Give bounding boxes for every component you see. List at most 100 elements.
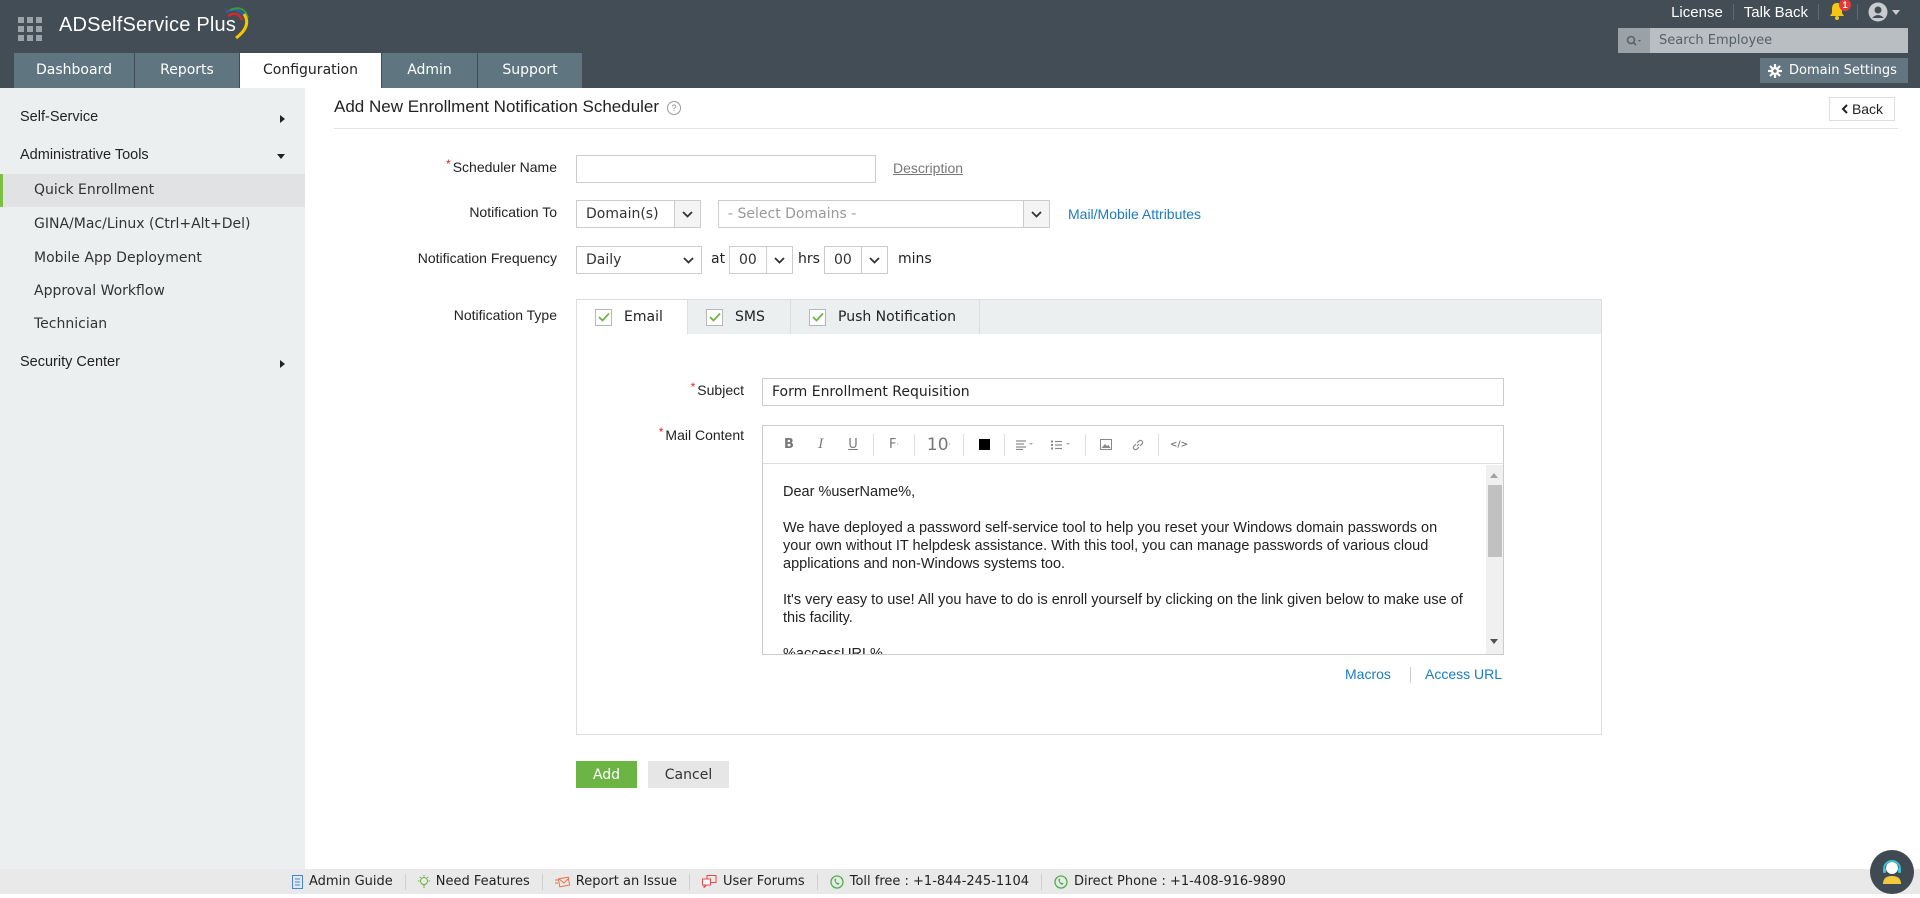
editor-scrollbar[interactable]: [1486, 465, 1503, 654]
notification-type-tabs: Email SMS Push Notification: [577, 300, 1601, 334]
product-logo[interactable]: ADSelfService Plus: [59, 14, 236, 37]
notification-to-label: Notification To: [469, 204, 557, 220]
tab-dashboard[interactable]: Dashboard: [14, 53, 135, 88]
link-icon: [1132, 439, 1144, 450]
description-link[interactable]: Description: [893, 160, 963, 176]
mail-mobile-attributes-link[interactable]: Mail/Mobile Attributes: [1068, 206, 1201, 222]
select-value: 00: [739, 252, 757, 268]
envelope-icon: [554, 876, 570, 887]
sidebar-item-technician[interactable]: Technician: [0, 308, 305, 341]
text-color-button[interactable]: [968, 433, 1000, 457]
mail-content-body[interactable]: Dear %userName%, We have deployed a pass…: [763, 465, 1486, 654]
sidebar-item-approval-workflow[interactable]: Approval Workflow: [0, 275, 305, 308]
sidebar-item-quick-enrollment[interactable]: Quick Enrollment: [0, 174, 305, 207]
admin-guide-link[interactable]: Admin Guide: [292, 874, 393, 889]
caret-right-icon: [280, 115, 285, 123]
at-label: at: [711, 251, 726, 267]
scroll-thumb[interactable]: [1488, 485, 1502, 557]
domain-settings-button[interactable]: Domain Settings: [1760, 58, 1908, 83]
frequency-select[interactable]: Daily: [576, 246, 702, 274]
section-label: Security Center: [20, 354, 120, 370]
scroll-up-icon[interactable]: [1490, 473, 1498, 478]
scheduler-name-label: * Scheduler Name: [446, 157, 557, 175]
select-domains-dropdown[interactable]: - Select Domains -: [718, 200, 1050, 228]
footer-links: Admin Guide Need Features Report an Issu…: [292, 869, 1286, 894]
divider: [1818, 4, 1819, 20]
back-button[interactable]: Back: [1829, 97, 1895, 121]
sidebar-item-gina-mac-linux[interactable]: GINA/Mac/Linux (Ctrl+Alt+Del): [0, 208, 305, 241]
font-family-button[interactable]: F ·: [878, 433, 910, 457]
align-button[interactable]: [1009, 433, 1041, 457]
toll-free-phone: Toll free : +1-844-245-1104: [830, 874, 1029, 889]
list-button[interactable]: [1041, 433, 1081, 457]
domain-settings-label: Domain Settings: [1789, 63, 1897, 78]
sidebar-section-security-center[interactable]: Security Center: [20, 354, 285, 370]
title-divider: [334, 128, 1898, 129]
add-button[interactable]: Add: [576, 761, 637, 788]
sidebar-section-administrative-tools[interactable]: Administrative Tools: [20, 147, 285, 163]
macros-link[interactable]: Macros: [1345, 666, 1391, 682]
underline-button[interactable]: U: [837, 433, 869, 457]
search-icon[interactable]: [1618, 28, 1650, 53]
employee-search: [1618, 28, 1908, 53]
report-issue-link[interactable]: Report an Issue: [554, 874, 677, 889]
app-grid-icon[interactable]: [18, 17, 42, 41]
select-value: 00: [834, 252, 852, 268]
sms-checkbox[interactable]: [706, 308, 723, 326]
chevron-down-icon: [1023, 201, 1049, 227]
access-url-link[interactable]: Access URL: [1425, 666, 1502, 682]
user-avatar-icon: [1868, 2, 1888, 22]
bullet-list-icon: [1051, 440, 1070, 449]
hours-select[interactable]: 00: [729, 246, 793, 274]
push-notification-checkbox[interactable]: [809, 308, 826, 326]
source-code-button[interactable]: </>: [1163, 433, 1195, 457]
insert-image-button[interactable]: [1090, 433, 1122, 457]
user-forums-link[interactable]: User Forums: [701, 874, 805, 889]
tab-admin[interactable]: Admin: [382, 53, 478, 88]
search-employee-input[interactable]: [1650, 28, 1908, 53]
notification-type-label: Notification Type: [453, 307, 557, 323]
phone-icon: [830, 874, 844, 889]
support-chat-button[interactable]: [1870, 850, 1914, 894]
bold-button[interactable]: B: [773, 433, 805, 457]
italic-button[interactable]: I: [805, 433, 837, 457]
footer: Admin Guide Need Features Report an Issu…: [0, 869, 1920, 894]
tab-reports[interactable]: Reports: [135, 53, 240, 88]
font-size-value: 10: [926, 434, 949, 455]
sidebar-section-self-service[interactable]: Self-Service: [20, 109, 285, 125]
tab-email[interactable]: Email: [577, 300, 688, 334]
need-features-link[interactable]: Need Features: [417, 874, 530, 889]
tab-sms[interactable]: SMS: [688, 300, 791, 334]
subject-input[interactable]: [762, 378, 1504, 406]
forum-icon: [701, 875, 717, 888]
insert-link-button[interactable]: [1122, 433, 1154, 457]
tab-configuration[interactable]: Configuration: [240, 53, 382, 88]
select-value: Domain(s): [586, 206, 659, 222]
sidebar: Self-Service Administrative Tools Quick …: [0, 88, 305, 869]
scroll-down-icon[interactable]: [1490, 639, 1498, 644]
section-label: Self-Service: [20, 109, 99, 125]
user-menu[interactable]: [1868, 2, 1900, 22]
notifications-button[interactable]: 1: [1829, 0, 1851, 22]
email-checkbox[interactable]: [595, 308, 612, 326]
notification-frequency-label: Notification Frequency: [417, 250, 557, 266]
tab-support[interactable]: Support: [478, 53, 583, 88]
font-size-button[interactable]: 10 ·: [919, 433, 959, 457]
notification-type-panel: Email SMS Push Notification *Subject *Ma…: [576, 299, 1602, 735]
chevron-left-icon: [1841, 104, 1848, 114]
notification-to-type-select[interactable]: Domain(s): [576, 200, 701, 228]
image-icon: [1100, 439, 1112, 450]
tab-label: Email: [624, 309, 663, 325]
scheduler-name-input[interactable]: [576, 155, 876, 183]
top-links: License Talk Back 1: [1671, 0, 1900, 24]
cancel-button[interactable]: Cancel: [648, 761, 729, 788]
sidebar-item-mobile-app-deployment[interactable]: Mobile App Deployment: [0, 242, 305, 275]
tab-push-notification[interactable]: Push Notification: [791, 300, 980, 334]
chevron-down-icon: [861, 247, 887, 273]
license-link[interactable]: License: [1671, 4, 1723, 21]
chevron-down-icon: [675, 247, 701, 273]
help-icon[interactable]: ?: [667, 100, 682, 115]
minutes-select[interactable]: 00: [824, 246, 888, 274]
talk-back-link[interactable]: Talk Back: [1744, 4, 1808, 21]
caret-down-icon: [277, 154, 285, 159]
